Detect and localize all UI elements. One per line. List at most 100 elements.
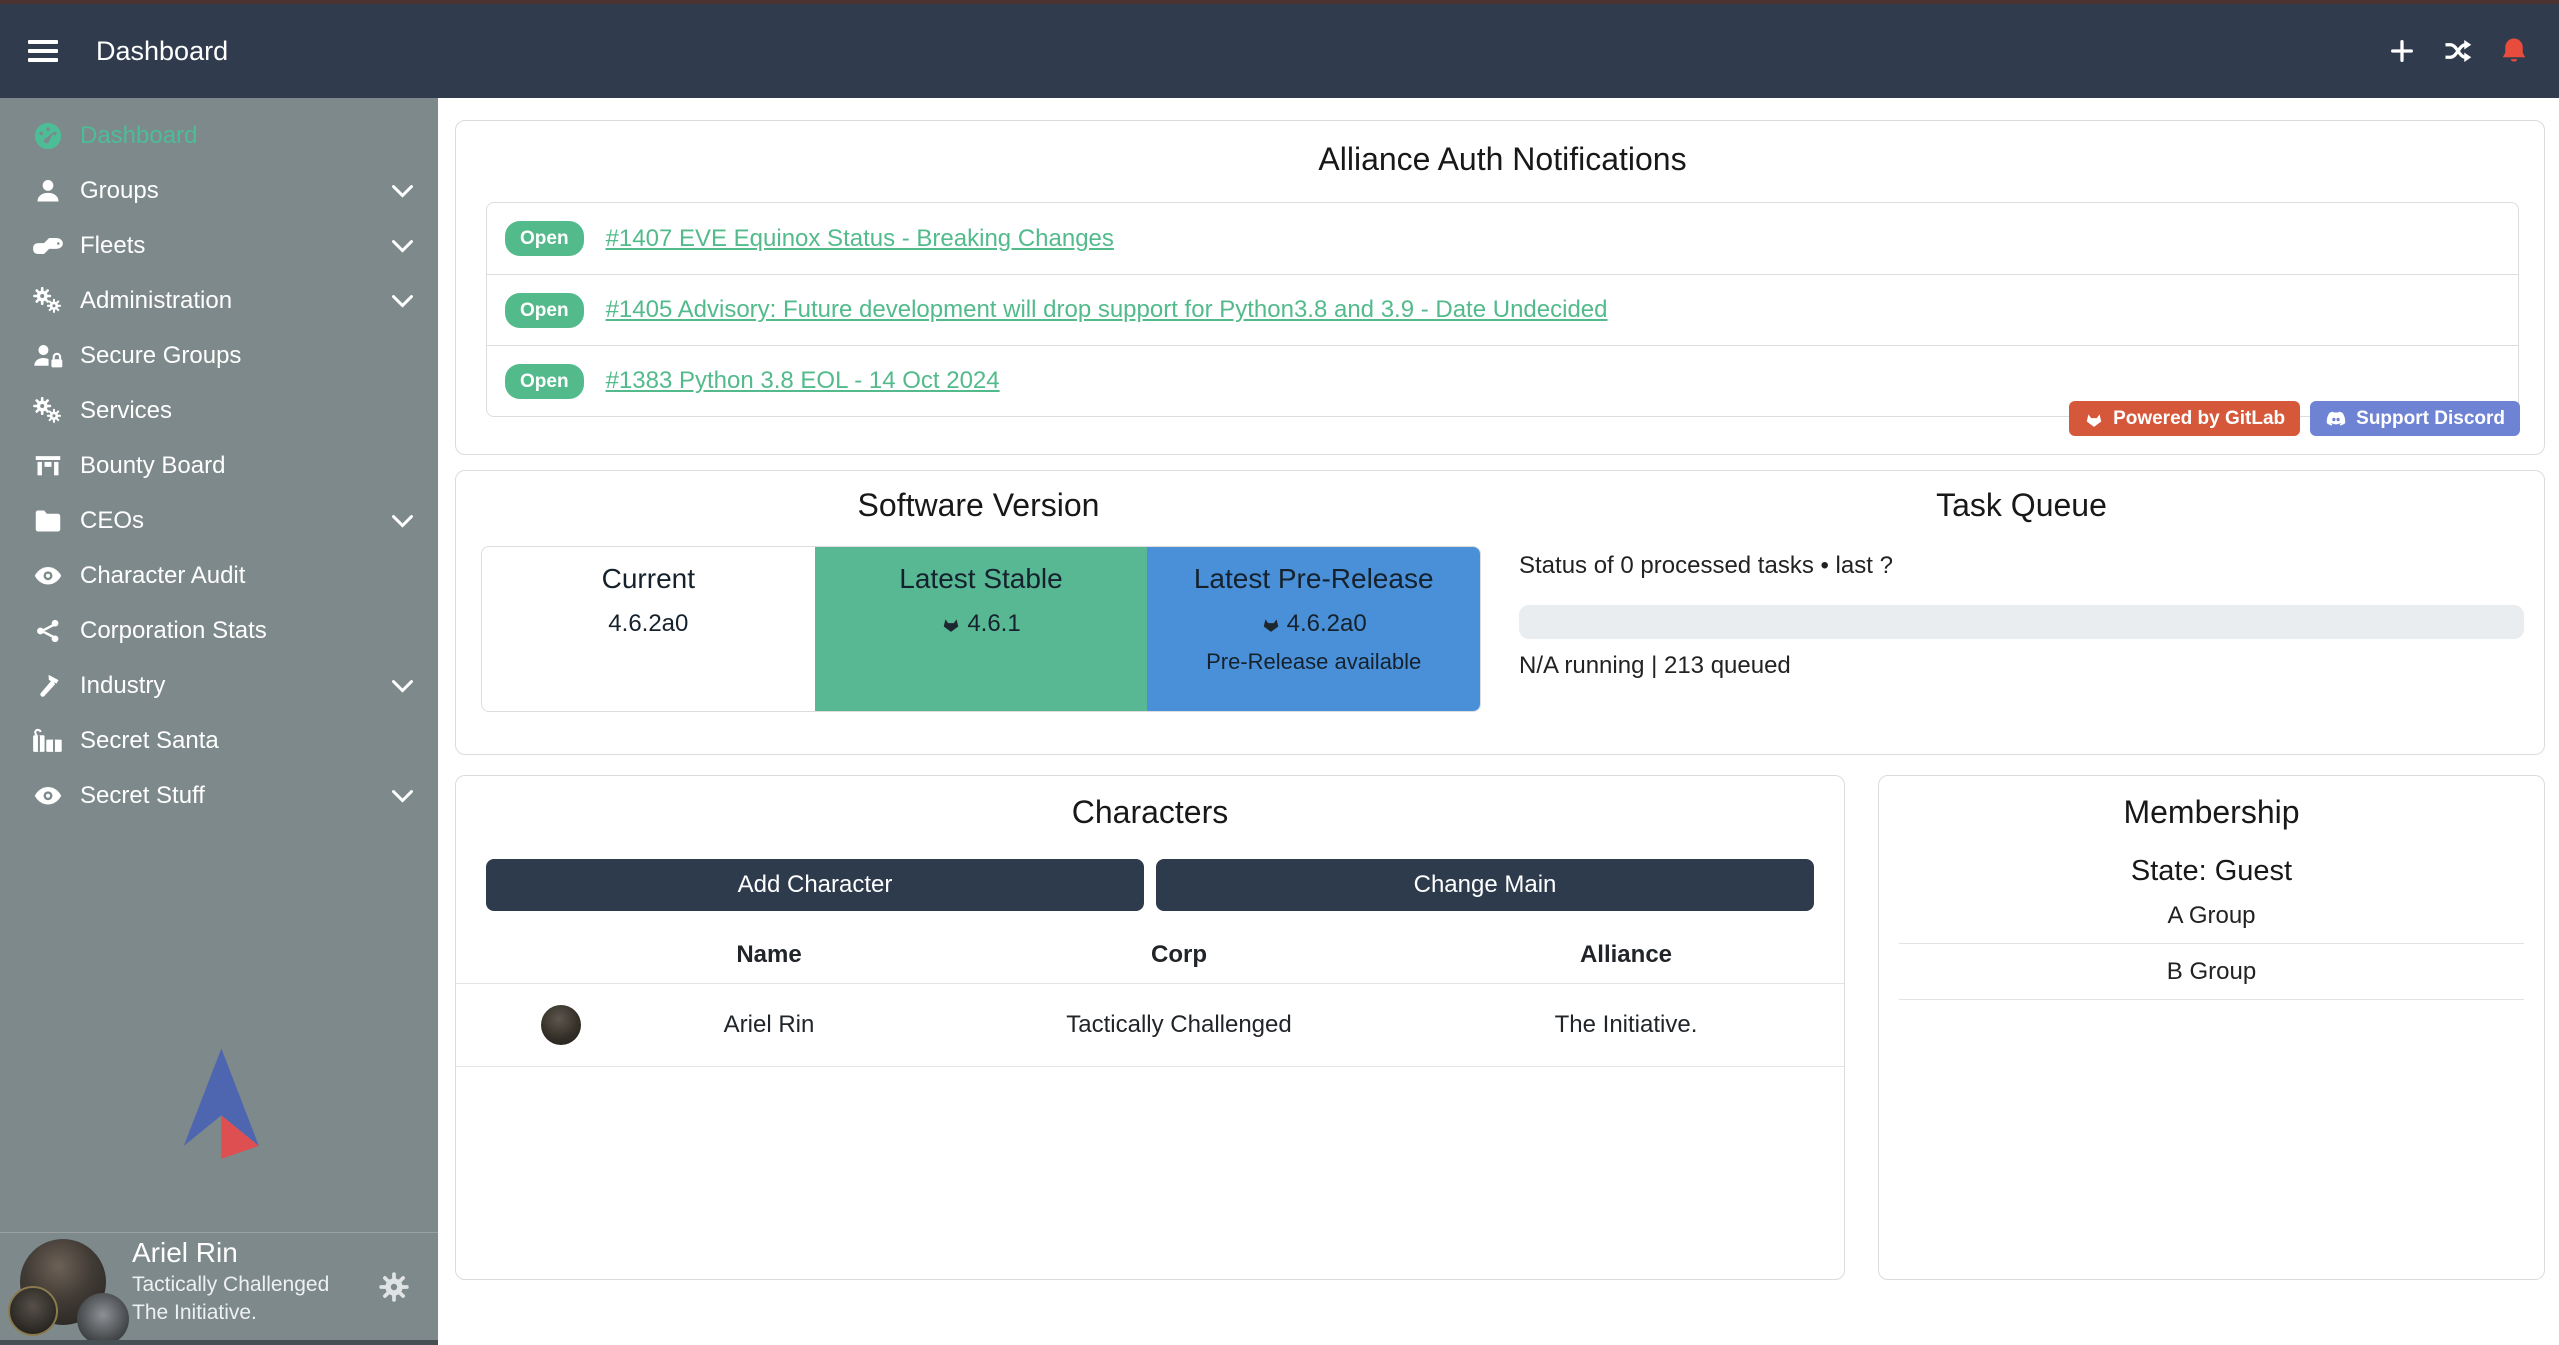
user-lock-icon [30,340,66,372]
gitlab-icon [1261,614,1281,634]
sidebar-item-secret-santa[interactable]: Secret Santa [0,713,438,768]
notifications-footer: Powered by GitLab Support Discord [2069,401,2520,436]
notifications-list: Open #1407 EVE Equinox Status - Breaking… [486,202,2519,417]
chevron-down-icon [389,782,416,809]
gifts-icon [30,725,66,757]
user-panel: Ariel Rin Tactically Challenged The Init… [0,1232,438,1340]
sidebar-bottom-strip [0,1340,438,1345]
character-name: Ariel Rin [586,1011,952,1039]
membership-group: B Group [1899,944,2524,1000]
sidebar-item-services[interactable]: Services [0,383,438,438]
gauge-icon [30,120,66,152]
chevron-down-icon [389,232,416,259]
notifications-card: Alliance Auth Notifications Open #1407 E… [455,120,2545,455]
shuffle-icon[interactable] [2443,36,2473,66]
version-prerelease-cell: Latest Pre-Release 4.6.2a0 Pre-Release a… [1147,547,1480,711]
sidebar-item-secret-stuff[interactable]: Secret Stuff [0,768,438,823]
version-stable-cell: Latest Stable 4.6.1 [815,547,1148,711]
chevron-down-icon [389,507,416,534]
notifications-title: Alliance Auth Notifications [486,141,2519,178]
chevron-down-icon [389,177,416,204]
characters-table-header: Name Corp Alliance [456,927,1844,983]
shuttle-icon [30,230,66,262]
version-table: Current 4.6.2a0 Latest Stable 4.6.1 Late… [481,546,1481,712]
task-queue-panel: Task Queue Status of 0 processed tasks •… [1501,471,2544,754]
share-nodes-icon [30,615,66,647]
sidebar-item-administration[interactable]: Administration [0,273,438,328]
membership-card: Membership State: Guest A Group B Group [1878,775,2545,1280]
notification-row: Open #1407 EVE Equinox Status - Breaking… [487,203,2518,274]
membership-group: A Group [1899,888,2524,944]
header-name: Name [586,941,952,969]
sidebar-item-secure-groups[interactable]: Secure Groups [0,328,438,383]
notification-link[interactable]: #1405 Advisory: Future development will … [606,296,1608,324]
alliance-logo [160,1045,278,1167]
sidebar-item-fleets[interactable]: Fleets [0,218,438,273]
notification-row: Open #1405 Advisory: Future development … [487,274,2518,345]
software-version-title: Software Version [456,487,1501,524]
gitlab-icon [2084,409,2104,429]
sidebar-item-character-audit[interactable]: Character Audit [0,548,438,603]
sidebar-menu: Dashboard Groups Fleets [0,98,438,823]
gears-icon [30,285,66,317]
folder-icon [30,505,66,537]
task-queue-title: Task Queue [1519,487,2524,524]
shop-icon [30,450,66,482]
user-settings-gear-icon[interactable] [378,1271,410,1303]
character-avatar [541,1005,581,1045]
status-badge: Open [505,364,584,399]
eye-icon [30,560,66,592]
status-badge: Open [505,293,584,328]
notifications-bell-icon[interactable] [2499,36,2529,66]
task-queue-status: Status of 0 processed tasks • last ? [1519,552,2524,580]
chevron-down-icon [389,287,416,314]
gitlab-icon [941,614,961,634]
character-alliance: The Initiative. [1406,1011,1846,1039]
user-name: Ariel Rin [132,1237,329,1269]
change-main-button[interactable]: Change Main [1156,859,1814,911]
sidebar-item-corporation-stats[interactable]: Corporation Stats [0,603,438,658]
sidebar-item-bounty-board[interactable]: Bounty Board [0,438,438,493]
gears-icon [30,395,66,427]
sidebar-item-industry[interactable]: Industry [0,658,438,713]
top-navbar: Dashboard [0,0,2559,98]
main-content: Alliance Auth Notifications Open #1407 E… [438,98,2559,1345]
hamburger-menu-icon[interactable] [28,40,58,62]
add-character-button[interactable]: Add Character [486,859,1144,911]
sidebar-item-groups[interactable]: Groups [0,163,438,218]
status-badge: Open [505,221,584,256]
notification-link[interactable]: #1407 EVE Equinox Status - Breaking Chan… [606,225,1114,253]
sidebar-item-dashboard[interactable]: Dashboard [0,108,438,163]
membership-state: State: Guest [1879,855,2544,888]
task-queue-counts: N/A running | 213 queued [1519,652,2524,680]
membership-title: Membership [1879,794,2544,831]
support-discord-badge[interactable]: Support Discord [2310,401,2520,436]
header-alliance: Alliance [1406,941,1846,969]
task-queue-progressbar [1519,605,2524,639]
character-row: Ariel Rin Tactically Challenged The Init… [456,983,1844,1067]
discord-icon [2325,408,2347,430]
version-taskqueue-card: Software Version Current 4.6.2a0 Latest … [455,470,2545,755]
hammer-icon [30,670,66,702]
eye-icon [30,780,66,812]
header-corp: Corp [952,941,1406,969]
chevron-down-icon [389,672,416,699]
character-corp: Tactically Challenged [952,1011,1406,1039]
notification-link[interactable]: #1383 Python 3.8 EOL - 14 Oct 2024 [606,367,1000,395]
user-icon [30,175,66,207]
software-version-panel: Software Version Current 4.6.2a0 Latest … [456,471,1501,754]
characters-table: Name Corp Alliance Ariel Rin Tactically … [456,927,1844,1067]
corp-logo-badge [8,1286,58,1336]
powered-by-gitlab-badge[interactable]: Powered by GitLab [2069,401,2300,436]
version-current-cell: Current 4.6.2a0 [482,547,815,711]
alliance-logo-badge [77,1293,129,1345]
sidebar-item-ceos[interactable]: CEOs [0,493,438,548]
characters-title: Characters [456,794,1844,831]
page-title: Dashboard [96,36,228,67]
sidebar: Dashboard Groups Fleets [0,98,438,1345]
characters-card: Characters Add Character Change Main Nam… [455,775,1845,1280]
add-icon[interactable] [2387,36,2417,66]
user-alliance: The Initiative. [132,1301,329,1325]
navbar-actions [2387,36,2529,66]
user-corp: Tactically Challenged [132,1273,329,1297]
